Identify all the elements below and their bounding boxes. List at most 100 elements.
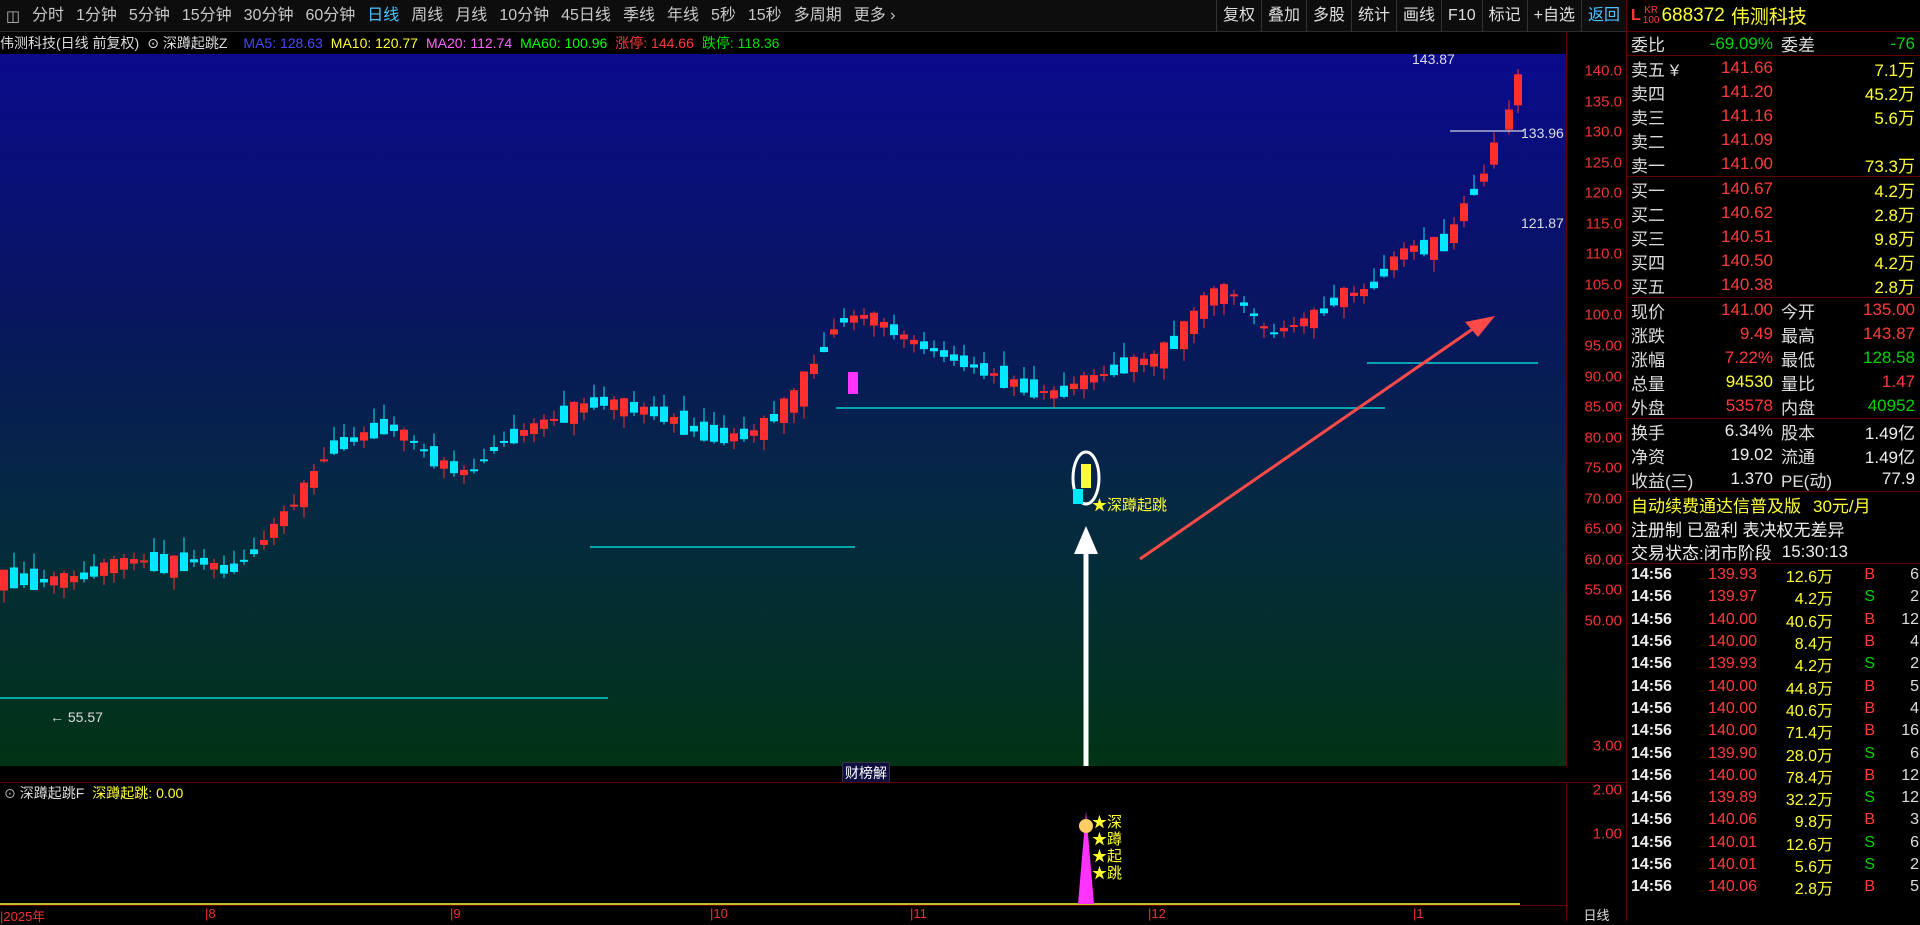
period-tab[interactable]: 日线 [361,0,405,32]
period-tab[interactable]: 15秒 [742,0,788,32]
finance-banner[interactable]: 财榜解 [842,762,890,784]
toolbar-button[interactable]: F10 [1441,0,1482,32]
tick-price: 139.97 [1708,588,1757,606]
gap-candle [848,372,858,394]
tick-price: 140.01 [1708,856,1757,873]
stat-value: 94530 [1725,372,1773,391]
candle-body [120,558,128,570]
candle-body [1430,237,1438,260]
sell-orders: 卖五 ¥141.66 7.1万 卖四 141.20 45.2万 卖三 141.16 5.6万卖… [1627,56,1920,177]
candle-body [1000,365,1008,388]
toolbar-button[interactable]: 复权 [1215,0,1261,32]
date-axis-period[interactable]: 日线 [1566,905,1626,923]
candle-body [210,563,218,570]
toolbar-button[interactable]: 标记 [1481,0,1527,32]
tick-volume: 44.8万 [1785,680,1833,698]
ma60-value: MA60: 100.96 [520,35,608,51]
candle-body [1410,245,1418,252]
candle-body [890,324,898,336]
order-row: 买一 140.67 4.2万 [1627,177,1920,201]
tick-time: 14:56 [1631,610,1672,628]
window-icon[interactable]: ◫ [0,0,26,32]
order-price: 140.62 [1721,203,1773,222]
chart-info-bar: 伟测科技(日线 前复权) ⊙ 深蹲起跳Z MA5: 128.63 MA10: 1… [0,32,1566,54]
signal-char: ★跳 [1092,865,1122,882]
toolbar-button[interactable]: 多股 [1305,0,1351,32]
candle-body [100,562,108,576]
candle-body [290,504,298,507]
period-tab[interactable]: 更多 › [848,0,902,32]
order-label: 卖四 [1631,84,1665,104]
candle-body [1480,173,1488,182]
period-tab[interactable]: 年线 [661,0,705,32]
toolbar-right: 复权 叠加 多股 统计 画线 F10 标记 +自选 返回 [1215,0,1626,32]
period-tab[interactable]: 30分钟 [238,0,300,32]
period-tab[interactable]: 5分钟 [123,0,176,32]
tick-row: 14:56 140.00 44.8万 B 5 [1627,675,1920,698]
candle-body [1490,142,1498,165]
indicator-name[interactable]: ⊙ 深蹲起跳Z [147,33,235,53]
toolbar-button[interactable]: 返回 [1580,0,1626,32]
period-tab[interactable]: 5秒 [705,0,742,32]
chart-title: 伟测科技(日线 前复权) [0,35,140,51]
period-tab[interactable]: 多周期 [788,0,848,32]
tick-count: 16 [1901,722,1919,740]
tick-volume: 9.8万 [1794,814,1833,832]
promo-row[interactable]: 自动续费通达信普及版 30元/月 [1627,492,1920,516]
period-tab[interactable]: 45日线 [555,0,617,32]
toolbar-button[interactable]: 统计 [1351,0,1396,32]
candle-body [420,449,428,452]
tick-price: 139.90 [1708,744,1757,762]
period-tab[interactable]: 1分钟 [70,0,123,32]
candle-body [1460,203,1468,222]
order-price: 140.38 [1721,275,1773,294]
candle-body [410,440,418,443]
candle-body [1030,379,1038,398]
period-toolbar: ◫ 分时 1分钟 5分钟 15分钟 30分钟 60分钟 日线 周线 月线 10分钟 45日线 季线 年线… [0,0,1626,32]
toolbar-button[interactable]: 叠加 [1260,0,1306,32]
candle-body [1450,224,1458,244]
candle-body [840,318,848,323]
date-label: |8 [205,906,216,921]
indicator-toggle-icon[interactable]: ⊙ [4,785,16,802]
signal-candle [1081,464,1091,488]
indicator-panel[interactable]: ★深 ★蹲 ★起 ★跳 [0,782,1566,905]
period-tab[interactable]: 10分钟 [493,0,555,32]
candle-body [490,447,498,452]
tick-list[interactable]: 14:56 139.93 12.6万 B 6 14:56 139.97 4.2万 S 2 14:56… [1627,564,1920,898]
candle-body [960,355,968,368]
candle-body [1370,281,1378,289]
stat-label: 净资 [1631,447,1665,467]
tick-row: 14:56 140.06 2.8万 B 5 [1627,876,1920,898]
candle-body [160,553,168,574]
period-tab[interactable]: 分时 [26,0,70,32]
period-tab[interactable]: 周线 [405,0,449,32]
toolbar-button[interactable]: 画线 [1396,0,1441,32]
limit-down-value: 跌停: 118.36 [701,35,780,51]
candle-body [640,406,648,415]
signal-candle [1073,489,1083,504]
candle-body [1100,373,1108,376]
candle-body [510,428,518,444]
tick-price: 140.06 [1708,878,1757,896]
period-tab[interactable]: 季线 [617,0,661,32]
date-label: |10 [710,906,728,921]
period-tab[interactable]: 月线 [449,0,493,32]
candle-body [610,399,618,410]
toolbar-button[interactable]: +自选 [1526,0,1581,32]
order-price: 140.50 [1721,251,1773,270]
tick-side: B [1864,610,1875,628]
candle-body [1090,375,1098,383]
status-value: 闭市阶段 [1703,544,1772,563]
order-volume: 4.2万 [1874,181,1915,201]
period-tab[interactable]: 15分钟 [176,0,238,32]
ma20-value: MA20: 112.74 [425,35,513,51]
period-tab[interactable]: 60分钟 [299,0,361,32]
tick-volume: 5.6万 [1794,859,1833,877]
kline-chart[interactable]: 143.87 ← 55.57 133.96 121.87 ★深蹲起跳 [0,51,1566,822]
candle-body [1080,375,1088,390]
stat-row: 总量 94530 量比 1.47 [1627,370,1920,394]
tick-volume: 71.4万 [1785,725,1833,743]
candle-body [230,563,238,572]
candle-body [600,396,608,406]
